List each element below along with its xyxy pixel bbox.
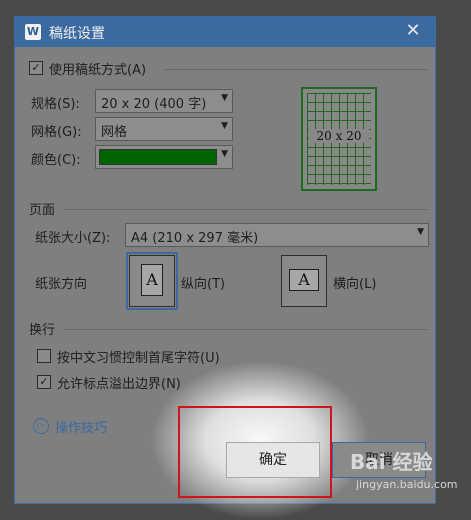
spec-label: 规格(S): bbox=[31, 97, 80, 112]
wps-app-icon: W bbox=[25, 24, 41, 40]
tips-link[interactable]: 操作技巧 bbox=[55, 417, 107, 436]
chevron-down-icon: ▼ bbox=[221, 93, 228, 103]
portrait-page-icon: A bbox=[141, 264, 163, 296]
landscape-page-icon: A bbox=[289, 269, 319, 291]
wrap-section-heading: 换行 bbox=[29, 323, 56, 338]
orientation-label: 纸张方向 bbox=[35, 277, 88, 292]
page-section-heading: 页面 bbox=[29, 203, 56, 218]
color-label: 颜色(C): bbox=[31, 153, 81, 168]
preview-label: 20 x 20 bbox=[309, 129, 369, 143]
use-paper-label: 使用稿纸方式(A) bbox=[49, 63, 147, 78]
chevron-down-icon: ▼ bbox=[221, 149, 228, 159]
grid-value: 网格 bbox=[101, 125, 128, 140]
option1-checkbox[interactable] bbox=[37, 349, 51, 363]
divider bbox=[65, 329, 427, 330]
spec-select[interactable]: 20 x 20 (400 字) ▼ bbox=[95, 89, 233, 113]
grid-label: 网格(G): bbox=[31, 125, 82, 140]
spec-value: 20 x 20 (400 字) bbox=[101, 97, 207, 112]
paper-size-select[interactable]: A4 (210 x 297 毫米) ▼ bbox=[125, 223, 429, 247]
landscape-option[interactable]: A bbox=[281, 255, 327, 307]
annotation-highlight-box bbox=[178, 406, 332, 498]
divider bbox=[65, 209, 427, 210]
use-paper-checkbox[interactable]: ✓ bbox=[29, 61, 43, 75]
paper-size-value: A4 (210 x 297 毫米) bbox=[131, 231, 259, 246]
watermark-logo: Bai 经验 bbox=[350, 450, 433, 474]
color-select[interactable]: ▼ bbox=[95, 145, 233, 169]
chevron-down-icon: ▼ bbox=[417, 227, 424, 237]
divider bbox=[165, 69, 427, 70]
dialog-title: 稿纸设置 bbox=[49, 26, 105, 42]
landscape-label: 横向(L) bbox=[333, 277, 377, 292]
color-swatch bbox=[99, 149, 217, 165]
grid-select[interactable]: 网格 ▼ bbox=[95, 117, 233, 141]
title-bar: W 稿纸设置 ✕ bbox=[15, 17, 435, 47]
watermark-url: jingyan.baidu.com bbox=[356, 478, 458, 491]
chevron-down-icon: ▼ bbox=[221, 121, 228, 131]
grid-preview: 20 x 20 bbox=[301, 87, 377, 191]
portrait-label: 纵向(T) bbox=[181, 277, 226, 292]
paper-size-label: 纸张大小(Z): bbox=[35, 231, 111, 246]
close-icon[interactable]: ✕ bbox=[401, 19, 425, 43]
portrait-option[interactable]: A bbox=[126, 252, 178, 310]
option2-checkbox[interactable]: ✓ bbox=[37, 375, 51, 389]
help-icon[interactable]: ▷ bbox=[33, 418, 49, 434]
